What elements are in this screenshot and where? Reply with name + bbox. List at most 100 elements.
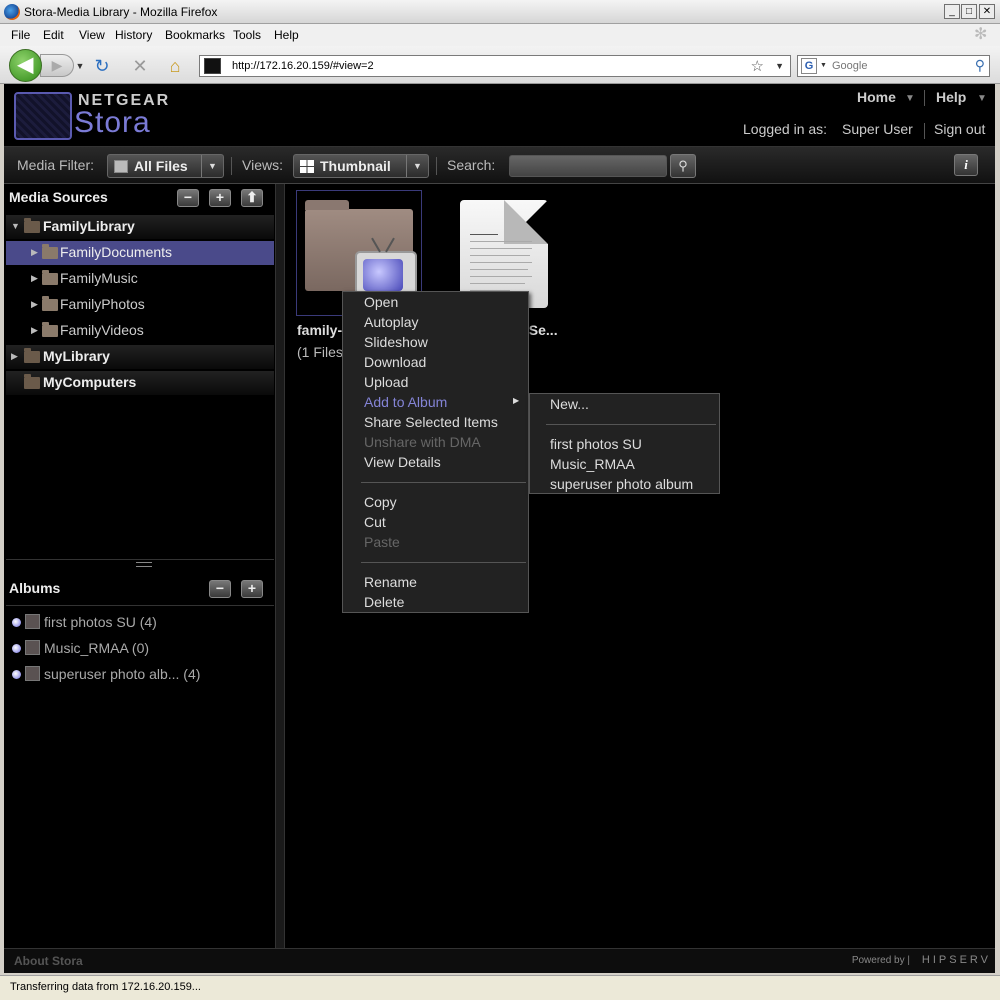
album-label: Music_RMAA (0) bbox=[44, 640, 150, 656]
maximize-button[interactable]: □ bbox=[961, 4, 977, 19]
help-menu[interactable]: Help bbox=[936, 89, 966, 105]
sidebar: Media Sources − + ⬆ ▼ FamilyLibrary ▶ Fa… bbox=[4, 184, 275, 948]
search-go-icon[interactable]: ⚲ bbox=[975, 57, 985, 74]
add-album-button[interactable]: + bbox=[241, 580, 263, 598]
submenu-item-album[interactable]: first photos SU bbox=[550, 436, 642, 452]
menu-history[interactable]: History bbox=[115, 28, 152, 42]
minimize-button[interactable]: _ bbox=[944, 4, 960, 19]
submenu-arrow-icon: ▶ bbox=[513, 396, 520, 405]
window-border-right bbox=[995, 84, 1000, 975]
menu-item-share[interactable]: Share Selected Items bbox=[364, 414, 498, 430]
album-icon bbox=[25, 640, 40, 655]
header-separator bbox=[924, 90, 925, 106]
album-item[interactable]: superuser photo alb... (4) bbox=[12, 664, 272, 686]
back-button[interactable]: ◀ bbox=[9, 49, 42, 82]
help-dropdown-icon[interactable]: ▼ bbox=[977, 93, 987, 104]
albums-title: Albums bbox=[9, 580, 61, 596]
menu-item-rename[interactable]: Rename bbox=[364, 574, 417, 590]
add-source-button[interactable]: + bbox=[209, 189, 231, 207]
media-filter-dropdown[interactable]: All Files ▼ bbox=[107, 154, 224, 178]
menu-edit[interactable]: Edit bbox=[43, 28, 64, 42]
collapsed-triangle-icon[interactable]: ▶ bbox=[31, 273, 38, 284]
home-dropdown-icon[interactable]: ▼ bbox=[905, 93, 915, 104]
collapsed-triangle-icon[interactable]: ▶ bbox=[11, 351, 18, 362]
bookmark-star-icon[interactable]: ☆ bbox=[751, 57, 764, 75]
collapsed-triangle-icon[interactable]: ▶ bbox=[31, 325, 38, 336]
tree-item-mycomputers[interactable]: MyComputers bbox=[6, 371, 274, 395]
google-engine-icon[interactable]: G bbox=[801, 58, 817, 74]
menu-item-delete[interactable]: Delete bbox=[364, 594, 404, 610]
search-input[interactable] bbox=[509, 155, 667, 177]
menu-item-unshare: Unshare with DMA bbox=[364, 434, 481, 450]
chevron-down-icon: ▼ bbox=[406, 155, 428, 177]
menu-bar: File Edit View History Bookmarks Tools H… bbox=[0, 24, 1000, 46]
tree-item-familyphotos[interactable]: ▶ FamilyPhotos bbox=[6, 293, 274, 317]
menu-item-paste: Paste bbox=[364, 534, 400, 550]
reload-icon[interactable]: ↻ bbox=[92, 56, 112, 76]
tree-item-familydocuments[interactable]: ▶ FamilyDocuments bbox=[6, 241, 274, 265]
tree-item-familymusic[interactable]: ▶ FamilyMusic bbox=[6, 267, 274, 291]
home-menu[interactable]: Home bbox=[857, 89, 896, 105]
remove-album-button[interactable]: − bbox=[209, 580, 231, 598]
collapsed-triangle-icon[interactable]: ▶ bbox=[31, 247, 38, 258]
menu-bookmarks[interactable]: Bookmarks bbox=[165, 28, 225, 42]
remove-source-button[interactable]: − bbox=[177, 189, 199, 207]
album-item[interactable]: Music_RMAA (0) bbox=[12, 638, 272, 660]
product-name: Stora bbox=[74, 106, 151, 139]
browser-search-bar[interactable]: G ▼ Google ⚲ bbox=[797, 55, 990, 77]
search-button[interactable]: ⚲ bbox=[670, 154, 696, 178]
forward-button[interactable]: ▶ bbox=[40, 54, 74, 77]
menu-view[interactable]: View bbox=[79, 28, 105, 42]
submenu-item-album[interactable]: Music_RMAA bbox=[550, 456, 635, 472]
collapsed-triangle-icon[interactable]: ▶ bbox=[31, 299, 38, 310]
home-icon[interactable]: ⌂ bbox=[165, 56, 185, 76]
document-text-line bbox=[470, 255, 530, 256]
menu-help[interactable]: Help bbox=[274, 28, 299, 42]
menu-file[interactable]: File bbox=[11, 28, 30, 42]
menu-item-download[interactable]: Download bbox=[364, 354, 426, 370]
status-text: Transferring data from 172.16.20.159... bbox=[10, 981, 201, 993]
menu-item-copy[interactable]: Copy bbox=[364, 494, 397, 510]
engine-dropdown-icon[interactable]: ▼ bbox=[820, 62, 827, 69]
menu-item-cut[interactable]: Cut bbox=[364, 514, 386, 530]
about-link[interactable]: About Stora bbox=[14, 954, 83, 968]
submenu-item-new[interactable]: New... bbox=[550, 396, 589, 412]
browser-window: Stora-Media Library - Mozilla Firefox _ … bbox=[0, 0, 1000, 1000]
tree-item-familylibrary[interactable]: ▼ FamilyLibrary bbox=[6, 215, 274, 239]
menu-tools[interactable]: Tools bbox=[233, 28, 261, 42]
views-dropdown[interactable]: Thumbnail ▼ bbox=[293, 154, 429, 178]
media-sources-title: Media Sources bbox=[9, 189, 108, 205]
up-source-button[interactable]: ⬆ bbox=[241, 189, 263, 207]
info-button[interactable]: i bbox=[954, 154, 978, 176]
album-item[interactable]: first photos SU (4) bbox=[12, 612, 272, 634]
tree-item-familyvideos[interactable]: ▶ FamilyVideos bbox=[6, 319, 274, 343]
status-bar: Transferring data from 172.16.20.159... bbox=[0, 975, 1000, 1000]
menu-separator bbox=[361, 562, 526, 563]
history-dropdown-icon[interactable]: ▼ bbox=[70, 56, 90, 76]
sign-out-link[interactable]: Sign out bbox=[934, 121, 985, 137]
close-button[interactable]: ✕ bbox=[979, 4, 995, 19]
album-icon bbox=[25, 614, 40, 629]
menu-item-upload[interactable]: Upload bbox=[364, 374, 408, 390]
url-dropdown-icon[interactable]: ▼ bbox=[775, 61, 784, 71]
expanded-triangle-icon[interactable]: ▼ bbox=[11, 221, 20, 231]
menu-item-view-details[interactable]: View Details bbox=[364, 454, 441, 470]
tree-item-label: FamilyLibrary bbox=[43, 218, 135, 234]
menu-item-autoplay[interactable]: Autoplay bbox=[364, 314, 418, 330]
files-icon bbox=[114, 160, 128, 173]
window-title: Stora-Media Library - Mozilla Firefox bbox=[24, 5, 218, 19]
submenu-item-album[interactable]: superuser photo album bbox=[550, 476, 693, 492]
bullet-icon bbox=[12, 618, 21, 627]
tree-item-mylibrary[interactable]: ▶ MyLibrary bbox=[6, 345, 274, 369]
menu-item-open[interactable]: Open bbox=[364, 294, 398, 310]
menu-item-slideshow[interactable]: Slideshow bbox=[364, 334, 428, 350]
folder-icon bbox=[24, 374, 40, 389]
resize-grip-icon[interactable] bbox=[136, 562, 152, 567]
logged-in-label: Logged in as: bbox=[743, 121, 828, 137]
folder-icon bbox=[42, 322, 58, 337]
album-label: first photos SU (4) bbox=[44, 614, 157, 630]
menu-item-add-to-album[interactable]: Add to Album bbox=[364, 394, 447, 410]
url-bar[interactable]: http://172.16.20.159/#view=2 ☆ ▼ bbox=[199, 55, 791, 77]
stop-icon[interactable]: ✕ bbox=[130, 56, 150, 76]
vertical-splitter[interactable] bbox=[275, 184, 285, 948]
